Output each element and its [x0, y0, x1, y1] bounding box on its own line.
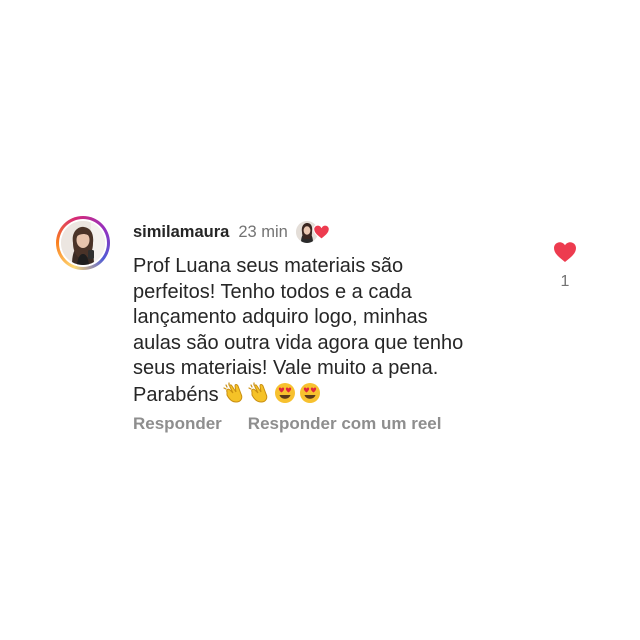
story-ring[interactable] — [56, 216, 110, 270]
username-link[interactable]: similamaura — [133, 223, 229, 242]
creator-heart-icon — [313, 224, 330, 240]
comment-timestamp: 23 min — [238, 222, 288, 241]
creator-liked-badge — [295, 221, 332, 243]
like-count[interactable]: 1 — [561, 273, 570, 291]
comment-text: Prof Luana seus materiais são perfeitos!… — [133, 254, 533, 408]
avatar-border — [59, 219, 107, 267]
comment-item: similamaura 23 min Prof Luana seus mater… — [0, 0, 640, 640]
clapping-hands-icon — [223, 381, 242, 403]
clapping-hands-icon — [248, 381, 267, 403]
reply-with-reel-button[interactable]: Responder com um reel — [248, 414, 442, 434]
comment-emojis — [223, 381, 322, 404]
comment-header: similamaura 23 min — [133, 221, 332, 243]
avatar-image — [61, 221, 105, 265]
reply-button[interactable]: Responder — [133, 414, 222, 434]
heart-eyes-face-icon — [274, 382, 295, 403]
comment-actions: Responder Responder com um reel — [133, 414, 441, 434]
heart-eyes-face-icon — [299, 382, 320, 403]
heart-icon[interactable] — [553, 241, 577, 263]
like-column: 1 — [552, 241, 578, 291]
avatar[interactable] — [61, 221, 105, 265]
